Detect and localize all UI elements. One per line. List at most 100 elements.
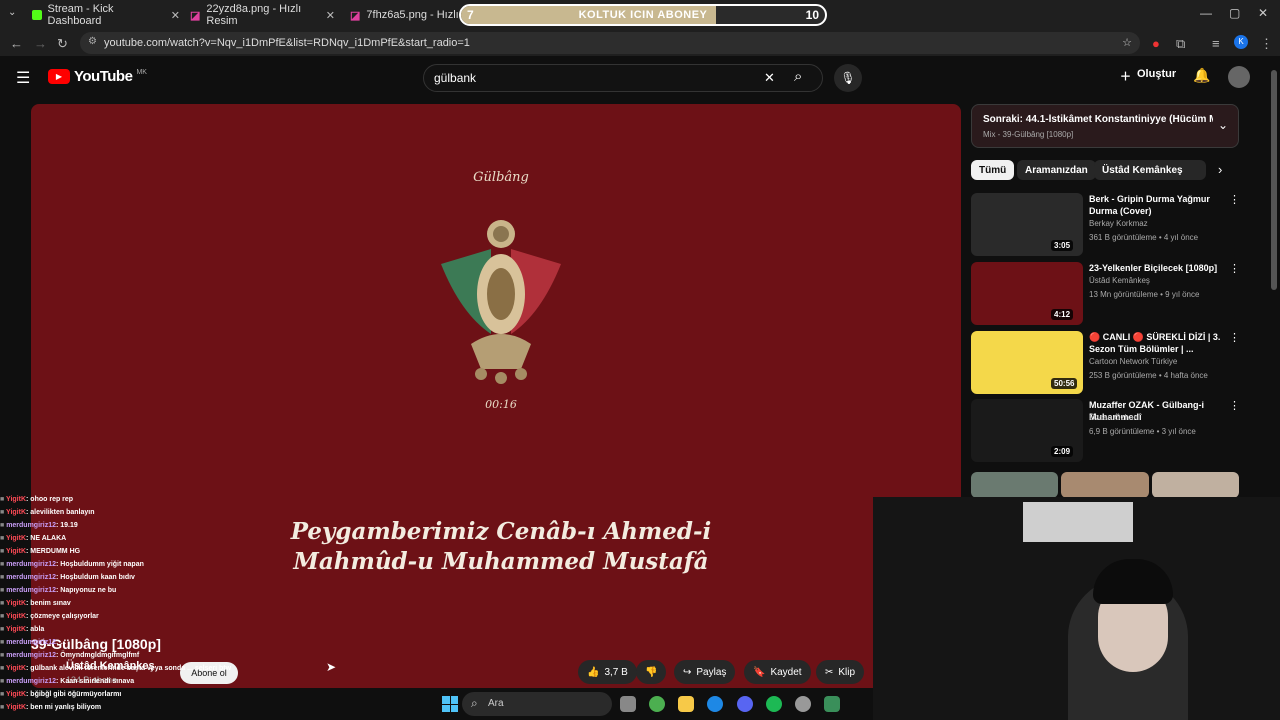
search-input[interactable] bbox=[434, 71, 764, 85]
close-window-icon[interactable]: ✕ bbox=[1258, 6, 1268, 20]
save-button[interactable]: 🔖 Kaydet bbox=[744, 660, 811, 684]
clip-button[interactable]: ✂ Klip bbox=[816, 660, 865, 684]
account-avatar[interactable] bbox=[1228, 66, 1250, 88]
chat-text: : Napıyonuz ne bu bbox=[55, 587, 117, 594]
chat-username: merdumgiriz12 bbox=[6, 561, 56, 568]
spotify-icon[interactable] bbox=[766, 696, 782, 712]
recommended-video[interactable]: 50:56 🔴 CANLI 🔴 SÜREKLİ DİZİ | 3. Sezon … bbox=[971, 331, 1240, 395]
chat-text: : çözmeye çalışıyorlar bbox=[26, 613, 99, 620]
clear-search-icon[interactable]: ✕ bbox=[764, 70, 775, 86]
browser-menu-icon[interactable]: ⋮ bbox=[1260, 36, 1273, 52]
chat-text: : benim sınav bbox=[26, 600, 71, 607]
extension-icon[interactable]: ● bbox=[1152, 36, 1160, 51]
like-button[interactable]: 👍 3,7 B bbox=[578, 660, 637, 684]
taskbar-search[interactable]: ⌕ Ara bbox=[462, 692, 612, 716]
youtube-header: ☰ ▶ YouTube MK ✕ ⌕ 🎙 ＋ Oluştur 🔔 bbox=[0, 56, 1280, 100]
chat-text: : alevilikten banlayın bbox=[26, 509, 95, 516]
video-overlay-title: Gülbâng bbox=[473, 170, 529, 185]
reload-icon[interactable]: ↻ bbox=[57, 36, 68, 52]
maximize-icon[interactable]: ▢ bbox=[1229, 6, 1240, 20]
channel-name[interactable]: Cartoon Network Türkiye bbox=[1089, 357, 1177, 366]
hamburger-menu-icon[interactable]: ☰ bbox=[16, 68, 30, 88]
page-scrollbar[interactable] bbox=[1271, 70, 1277, 290]
video-overlay-time: 00:16 bbox=[485, 398, 517, 411]
chat-message: ■ merdumgiriz12: Napıyonuz ne bu bbox=[0, 587, 300, 600]
video-title[interactable]: 🔴 CANLI 🔴 SÜREKLİ DİZİ | 3. Sezon Tüm Bö… bbox=[1089, 331, 1229, 355]
recommended-video[interactable]: 2:09 Muzaffer OZAK - Gülbang-i Muhammedî… bbox=[971, 399, 1240, 463]
chat-username: YigitK bbox=[6, 600, 27, 607]
video-title[interactable]: Berk - Gripin Durma Yağmur Durma (Cover) bbox=[1089, 193, 1229, 217]
channel-name[interactable]: Üstâd Kemânkeş bbox=[1089, 276, 1150, 285]
create-button[interactable]: ＋ Oluştur bbox=[1120, 68, 1176, 84]
share-button[interactable]: ↪ Paylaş bbox=[674, 660, 736, 684]
chip-from-search[interactable]: Aramanızdan bbox=[1017, 160, 1096, 180]
dislike-button[interactable]: 👎 bbox=[636, 660, 667, 684]
file-explorer-icon[interactable] bbox=[678, 696, 694, 712]
chat-text: : ohoo rep rep bbox=[26, 496, 74, 503]
chat-message: ■ merdumgiriz12: Hoşbuldumm yiğit napan bbox=[0, 561, 300, 574]
extensions-puzzle-icon[interactable]: ⧉ bbox=[1176, 36, 1185, 52]
chat-username: merdumgiriz12 bbox=[6, 522, 56, 529]
video-duration: 3:05 bbox=[1051, 240, 1074, 251]
thumbs-up-icon: 👍 bbox=[587, 666, 600, 678]
profile-avatar[interactable]: K bbox=[1234, 35, 1248, 49]
recommended-video[interactable]: 4:12 23-Yelkenler Biçilecek [1080p] Üstâ… bbox=[971, 262, 1240, 326]
chat-text: : Ömyndmgldmgifmglfmf bbox=[55, 652, 140, 659]
chevron-down-icon[interactable]: ⌄ bbox=[1218, 118, 1228, 132]
url-field[interactable]: ⚙ youtube.com/watch?v=Nqv_i1DmPfE&list=R… bbox=[80, 32, 1140, 54]
bookmark-star-icon[interactable]: ☆ bbox=[1122, 36, 1132, 49]
recommended-video[interactable]: 3:05 Berk - Gripin Durma Yağmur Durma (C… bbox=[971, 193, 1240, 257]
chat-text: : 19.19 bbox=[55, 522, 78, 529]
more-options-icon[interactable]: ⋮ bbox=[1229, 262, 1240, 275]
more-options-icon[interactable]: ⋮ bbox=[1229, 399, 1240, 412]
windows-start-icon[interactable] bbox=[442, 696, 458, 712]
discord-icon[interactable] bbox=[737, 696, 753, 712]
back-icon[interactable]: ← bbox=[10, 36, 23, 51]
more-options-icon[interactable]: ⋮ bbox=[1229, 193, 1240, 206]
youtube-logo[interactable]: ▶ YouTube MK bbox=[48, 68, 147, 85]
chrome-icon[interactable] bbox=[649, 696, 665, 712]
video-thumbnail[interactable] bbox=[1152, 472, 1239, 498]
settings-gear-icon[interactable] bbox=[795, 696, 811, 712]
chat-text: : Kaan sinirlendi sınava bbox=[55, 678, 135, 685]
chat-username: YigitK bbox=[6, 626, 27, 633]
minimize-icon[interactable]: — bbox=[1200, 6, 1212, 20]
chat-username: merdumgiriz12 bbox=[6, 652, 56, 659]
close-icon[interactable]: ✕ bbox=[171, 9, 180, 22]
address-bar-row: ← → ↻ ⚙ youtube.com/watch?v=Nqv_i1DmPfE&… bbox=[0, 30, 1280, 56]
chip-channel[interactable]: Üstâd Kemânkeş bbox=[1094, 160, 1206, 180]
tab-kick-dashboard[interactable]: Stream - Kick Dashboard ✕ bbox=[32, 3, 180, 27]
edge-icon[interactable] bbox=[707, 696, 723, 712]
app-icon[interactable] bbox=[824, 696, 840, 712]
person-hair bbox=[1093, 559, 1173, 604]
chat-message: ■ YigitK: alevilikten banlayın bbox=[0, 509, 300, 522]
channel-name[interactable]: Özcan Özhan bbox=[1089, 413, 1138, 422]
notifications-bell-icon[interactable]: 🔔 bbox=[1193, 67, 1210, 84]
voice-search-icon[interactable]: 🎙 bbox=[834, 64, 862, 92]
playlist-icon[interactable]: ≡ bbox=[1212, 36, 1220, 51]
chip-all[interactable]: Tümü bbox=[971, 160, 1015, 180]
search-icon[interactable]: ⌕ bbox=[794, 68, 802, 85]
chat-message: ■ merdumgiriz12: Hoşbuldum kaan bıdıv bbox=[0, 574, 300, 587]
chevron-right-icon[interactable]: › bbox=[1218, 162, 1222, 177]
video-thumbnail[interactable] bbox=[1061, 472, 1149, 498]
tab-image-1[interactable]: ◪ 22yzd8a.png - Hızlı Resim ✕ bbox=[190, 3, 335, 27]
chat-username: YigitK bbox=[6, 665, 27, 672]
tab-image-2[interactable]: ◪ 7fhz6a5.png - Hızlı Resim bbox=[350, 4, 458, 26]
tab-list-icon[interactable]: ⌄ bbox=[8, 7, 16, 18]
channel-name[interactable]: Berkay Korkmaz bbox=[1089, 219, 1148, 228]
more-options-icon[interactable]: ⋮ bbox=[1229, 331, 1240, 344]
video-thumbnail[interactable] bbox=[971, 472, 1058, 498]
chat-text: : bğibğl gibi öğürmüyorlarmı bbox=[26, 691, 122, 698]
close-icon[interactable]: ✕ bbox=[326, 9, 335, 22]
forward-icon[interactable]: → bbox=[34, 36, 47, 51]
video-title[interactable]: 23-Yelkenler Biçilecek [1080p] bbox=[1089, 262, 1229, 274]
site-info-icon[interactable]: ⚙ bbox=[88, 36, 97, 47]
goal-target: 10 bbox=[805, 8, 819, 22]
up-next-panel[interactable]: Sonraki: 44.1-İstikâmet Konstantiniyye (… bbox=[971, 104, 1239, 148]
video-meta: 13 Mn görüntüleme • 9 yıl önce bbox=[1089, 290, 1200, 299]
task-view-icon[interactable] bbox=[620, 696, 636, 712]
chat-text: : Hoşbuldumm yiğit napan bbox=[55, 561, 144, 568]
kick-icon bbox=[32, 10, 42, 20]
subscriber-goal-bar: 7 KOLTUK ICIN ABONEY 10 bbox=[459, 4, 827, 26]
